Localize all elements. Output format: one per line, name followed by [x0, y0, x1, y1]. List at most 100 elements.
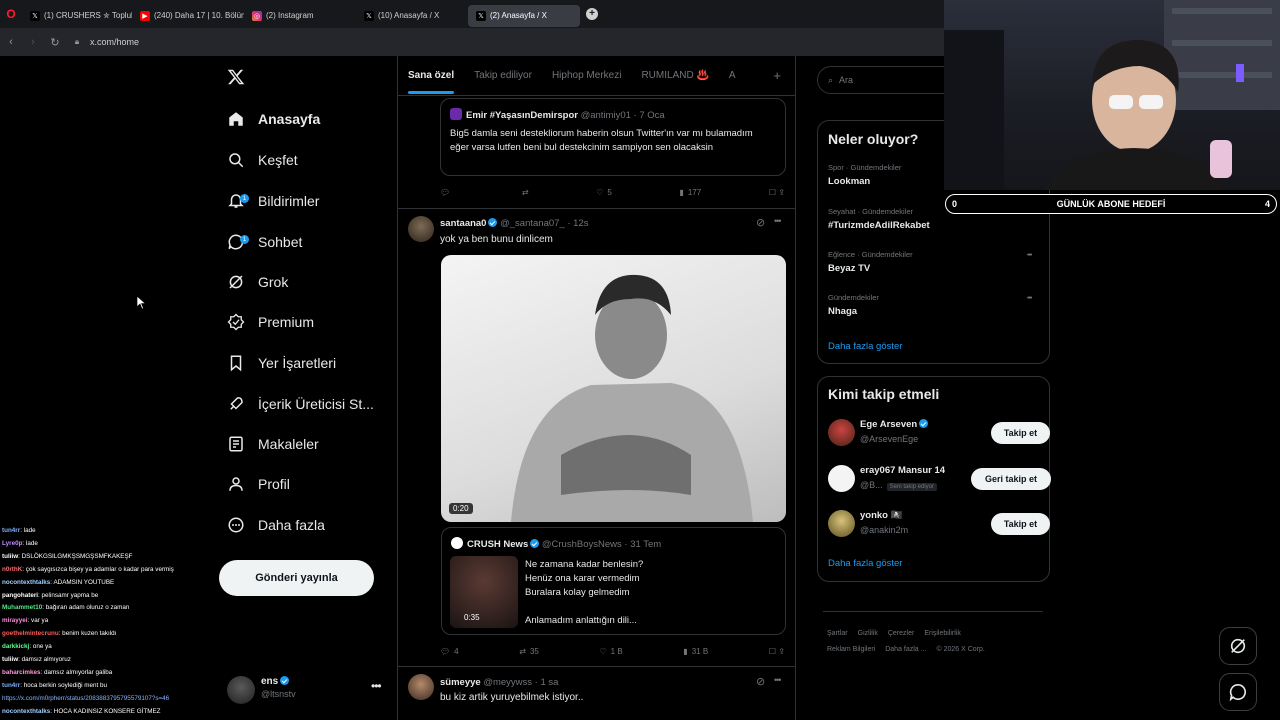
trends-show-more[interactable]: Daha fazla göster — [828, 341, 902, 352]
footer-link[interactable]: Erişilebilirlik — [924, 630, 961, 637]
sidebar-item-7[interactable]: İçerik Üreticisi St... — [227, 389, 374, 419]
trend-item[interactable]: Eğlence · Gündemdekiler Beyaz TV — [828, 250, 913, 274]
avatar — [828, 465, 855, 492]
post-button[interactable]: Gönderi yayınla — [219, 560, 374, 596]
trend-item[interactable]: Seyahat · Gündemdekiler #TurizmdeAdilReka… — [828, 207, 930, 231]
footer-link[interactable]: Gizlilik — [858, 630, 878, 637]
sidebar-item-6[interactable]: Yer İşaretleri — [227, 348, 336, 378]
quote-video-thumbnail[interactable]: 0:35 — [450, 556, 518, 628]
more-dots-icon[interactable]: ••• — [1027, 252, 1032, 259]
verified-badge-icon — [919, 419, 929, 428]
sidebar-item-label: Profil — [258, 476, 290, 492]
like-button[interactable]: ♡ 5 — [596, 188, 612, 197]
follow-button[interactable]: Geri takip et — [971, 468, 1051, 490]
follow-suggestion[interactable]: eray067 Mansur 14 @B... Seni takip ediyor… — [828, 465, 1051, 495]
bookmark-button[interactable]: ☐ ⇪ — [769, 188, 785, 197]
sidebar-item-9[interactable]: Profil — [227, 469, 290, 499]
bookmark-button[interactable]: ☐ ⇪ — [769, 647, 785, 656]
chat-message: pangohateri: pelinsamr yapma be — [2, 590, 217, 603]
timeline-tab[interactable]: Hiphop Merkezi — [542, 70, 631, 81]
sidebar-item-3[interactable]: 1 Sohbet — [227, 227, 302, 257]
chat-username: Muhammet10 — [2, 604, 43, 612]
sidebar-item-0[interactable]: Anasayfa — [227, 104, 320, 134]
browser-tab[interactable]: 𝕏 (1) CRUSHERS ✮ Topluluk — [22, 5, 132, 27]
quote-line: Ne zamana kadar benlesin? — [525, 559, 644, 570]
x-logo-icon[interactable] — [227, 68, 245, 86]
account-switcher[interactable]: ens @ltsnstv ••• — [227, 674, 387, 708]
reload-icon[interactable]: ↻ — [44, 36, 66, 49]
views-button[interactable]: ▮ 177 — [679, 188, 701, 197]
url-field[interactable]: x.com/home — [90, 37, 139, 47]
mouse-cursor-icon — [137, 296, 146, 310]
chat-text: : lade — [22, 539, 38, 547]
reply-button[interactable]: 💬︎ — [440, 188, 454, 197]
wtf-show-more[interactable]: Daha fazla göster — [828, 558, 902, 569]
x-icon: 𝕏 — [30, 10, 40, 21]
grok-icon[interactable]: ⊘ — [756, 675, 765, 688]
chat-text: : damsız almıyorlar galiba — [40, 668, 113, 676]
browser-tab[interactable]: ◎ (2) Instagram — [244, 5, 356, 27]
footer-link[interactable]: Daha fazla ... — [885, 646, 926, 653]
more-circle-icon — [227, 516, 245, 534]
post-author[interactable]: santaana0 — [440, 218, 486, 229]
trend-item[interactable]: Gündemdekiler Nhaga — [828, 293, 879, 317]
follow-name: eray067 Mansur 14 — [860, 465, 946, 476]
repost-button[interactable]: ⇄ — [522, 188, 529, 197]
quote-line: Henüz ona karar vermedim — [525, 573, 640, 584]
timeline-tab[interactable]: Takip ediliyor — [464, 70, 542, 81]
sidebar-item-10[interactable]: Daha fazla — [227, 510, 325, 540]
post-author[interactable]: sümeyye — [440, 677, 481, 688]
follow-button[interactable]: Takip et — [991, 422, 1050, 444]
repost-button[interactable]: ⇄ 35 — [519, 647, 539, 656]
quote-author-avatar — [451, 537, 463, 549]
quote-time: · 31 Tem — [624, 539, 662, 550]
quote-handle: @CrushBoysNews — [541, 539, 622, 550]
quote-tweet[interactable]: CRUSH News @CrushBoysNews · 31 Tem 0:35 … — [441, 527, 786, 635]
quote-tweet[interactable]: Emir #YaşasınDemirspor @antimiy01 · 7 Oc… — [440, 98, 786, 176]
back-icon[interactable]: ‹ — [0, 36, 22, 48]
follow-button[interactable]: Takip et — [991, 513, 1050, 535]
browser-tab-active[interactable]: 𝕏 (2) Anasayfa / X — [468, 4, 580, 27]
add-tab-icon[interactable]: + — [773, 68, 781, 83]
footer-link[interactable]: Reklam Bilgileri — [827, 646, 875, 653]
more-dots-icon[interactable]: ••• — [774, 216, 782, 226]
sidebar-item-1[interactable]: Keşfet — [227, 145, 298, 175]
timeline-tab[interactable]: A — [719, 70, 746, 81]
chat-username: tun4rr — [2, 681, 21, 689]
browser-tab[interactable]: ▶ (240) Daha 17 | 10. Bölüm — [132, 5, 244, 27]
video-player[interactable]: 0:20 — [441, 255, 786, 522]
footer-link[interactable]: Çerezler — [888, 630, 914, 637]
timeline-tab[interactable]: Sana özel — [398, 70, 464, 94]
sidebar-item-8[interactable]: Makaleler — [227, 429, 319, 459]
sidebar-item-5[interactable]: Premium — [227, 307, 314, 337]
more-dots-icon[interactable]: ••• — [774, 675, 782, 685]
trends-title: Neler oluyor? — [828, 131, 919, 147]
grok-icon[interactable]: ⊘ — [756, 216, 765, 229]
follow-suggestion[interactable]: yonko 🏴‍☠️ @anakin2m Takip et — [828, 510, 1050, 540]
opera-logo-icon[interactable]: O — [0, 7, 22, 21]
messages-float-button[interactable] — [1219, 673, 1257, 711]
more-dots-icon[interactable]: ••• — [1027, 295, 1032, 302]
sidebar-item-4[interactable]: Grok — [227, 267, 288, 297]
views-button[interactable]: ▮ 31 B — [683, 647, 708, 656]
forward-icon[interactable]: › — [22, 36, 44, 48]
chat-username: n0rthK — [2, 565, 23, 573]
post-text: yok ya ben bunu dinlicem — [440, 234, 553, 245]
chat-text: : çok saygısızca bişey ya adamlar o kada… — [22, 565, 174, 573]
footer-link[interactable]: © 2026 X Corp. — [936, 646, 984, 653]
reply-button[interactable]: 💬︎ 4 — [440, 647, 459, 656]
like-button[interactable]: ♡ 1 B — [600, 647, 623, 656]
more-dots-icon[interactable]: ••• — [371, 679, 382, 693]
post-avatar[interactable] — [408, 216, 434, 242]
quote-line: Buralara kolay gelmedim — [525, 587, 630, 598]
browser-tab[interactable]: 𝕏 (10) Anasayfa / X — [356, 5, 468, 27]
grok-float-button[interactable] — [1219, 627, 1257, 665]
footer-link[interactable]: Şartlar — [827, 630, 848, 637]
timeline-tab[interactable]: RUMILAND ♨️ — [631, 70, 718, 81]
trend-item[interactable]: Spor · Gündemdekiler Lookman — [828, 163, 901, 187]
home-icon — [227, 110, 245, 128]
sidebar-item-2[interactable]: 1 Bildirimler — [227, 186, 319, 216]
follow-suggestion[interactable]: Ege Arseven @ArsevenEge Takip et — [828, 419, 1050, 449]
new-tab-button[interactable]: + — [586, 8, 598, 20]
post-avatar[interactable] — [408, 674, 434, 700]
